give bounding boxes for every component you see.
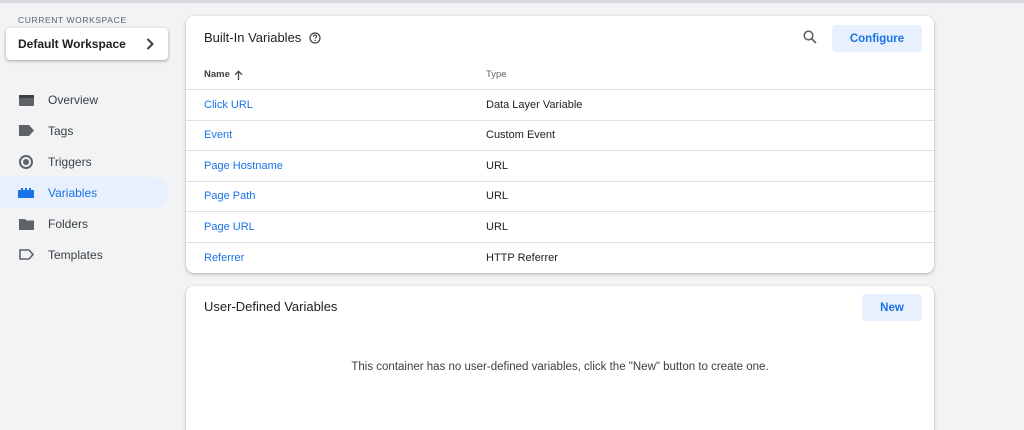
variable-type: HTTP Referrer: [486, 251, 558, 264]
variable-type: URL: [486, 190, 509, 203]
folder-icon: [18, 217, 34, 231]
tag-icon: [18, 124, 34, 138]
builtin-variables-title: Built-In Variables: [204, 30, 302, 45]
sidebar-item-label: Overview: [48, 92, 99, 107]
table-row[interactable]: Click URL Data Layer Variable: [186, 90, 934, 121]
variable-type: Data Layer Variable: [486, 98, 583, 111]
sidebar-item-overview[interactable]: Overview: [0, 84, 168, 115]
variable-name-link[interactable]: Page URL: [204, 221, 255, 233]
sidebar-item-triggers[interactable]: Triggers: [0, 146, 168, 177]
sidebar-item-variables[interactable]: Variables: [0, 177, 168, 208]
column-header-name[interactable]: Name: [204, 69, 243, 80]
sidebar-item-label: Tags: [48, 123, 74, 138]
variable-name-link[interactable]: Page Path: [204, 190, 255, 202]
search-icon: [803, 29, 817, 49]
column-header-name-label: Name: [204, 69, 230, 80]
workspace-label: CURRENT WORKSPACE: [18, 15, 127, 25]
new-variable-button[interactable]: New: [862, 294, 922, 321]
variable-type: Custom Event: [486, 129, 556, 142]
sort-arrow-up-icon: [234, 69, 243, 80]
workspace-name: Default Workspace: [18, 37, 126, 51]
workspace-selector[interactable]: Default Workspace: [6, 28, 168, 60]
configure-button[interactable]: Configure: [832, 25, 922, 52]
sidebar-item-label: Folders: [48, 216, 89, 231]
sidebar-item-folders[interactable]: Folders: [0, 208, 168, 239]
variable-name-link[interactable]: Event: [204, 129, 232, 141]
variable-type: URL: [486, 159, 509, 172]
template-icon: [18, 248, 34, 262]
sidebar-item-label: Templates: [48, 247, 103, 262]
column-header-type[interactable]: Type: [486, 69, 507, 80]
sidebar-item-templates[interactable]: Templates: [0, 239, 168, 270]
help-icon[interactable]: [309, 31, 321, 44]
user-defined-variables-title: User-Defined Variables: [204, 299, 338, 314]
table-row[interactable]: Page Path URL: [186, 182, 934, 212]
variable-type: URL: [486, 220, 509, 233]
sidebar-item-label: Variables: [48, 185, 98, 200]
empty-state-message: This container has no user-defined varia…: [351, 361, 769, 373]
variables-icon: [18, 186, 34, 200]
table-row[interactable]: Page URL URL: [186, 212, 934, 243]
builtin-variables-header: Built-In Variables: [204, 30, 321, 45]
builtin-variables-table: Name Type Click URL Data Layer Variable …: [186, 60, 934, 273]
sidebar-item-tags[interactable]: Tags: [0, 115, 168, 146]
sidebar-item-label: Triggers: [48, 154, 92, 169]
search-button[interactable]: [800, 29, 820, 49]
overview-icon: [18, 93, 34, 107]
variable-name-link[interactable]: Referrer: [204, 252, 244, 264]
sidebar-nav: Overview Tags Triggers Variables Folders: [0, 84, 175, 270]
table-row[interactable]: Event Custom Event: [186, 121, 934, 151]
variable-name-link[interactable]: Page Hostname: [204, 160, 283, 172]
table-header: Name Type: [186, 60, 934, 90]
table-row[interactable]: Referrer HTTP Referrer: [186, 243, 934, 274]
user-defined-variables-card: User-Defined Variables New This containe…: [186, 286, 934, 430]
table-row[interactable]: Page Hostname URL: [186, 151, 934, 182]
sidebar: CURRENT WORKSPACE Default Workspace Over…: [0, 0, 175, 430]
variable-name-link[interactable]: Click URL: [204, 99, 253, 111]
chevron-right-icon: [146, 38, 156, 50]
builtin-variables-card: Built-In Variables Configure Name Type C…: [186, 16, 934, 273]
trigger-icon: [18, 154, 34, 169]
